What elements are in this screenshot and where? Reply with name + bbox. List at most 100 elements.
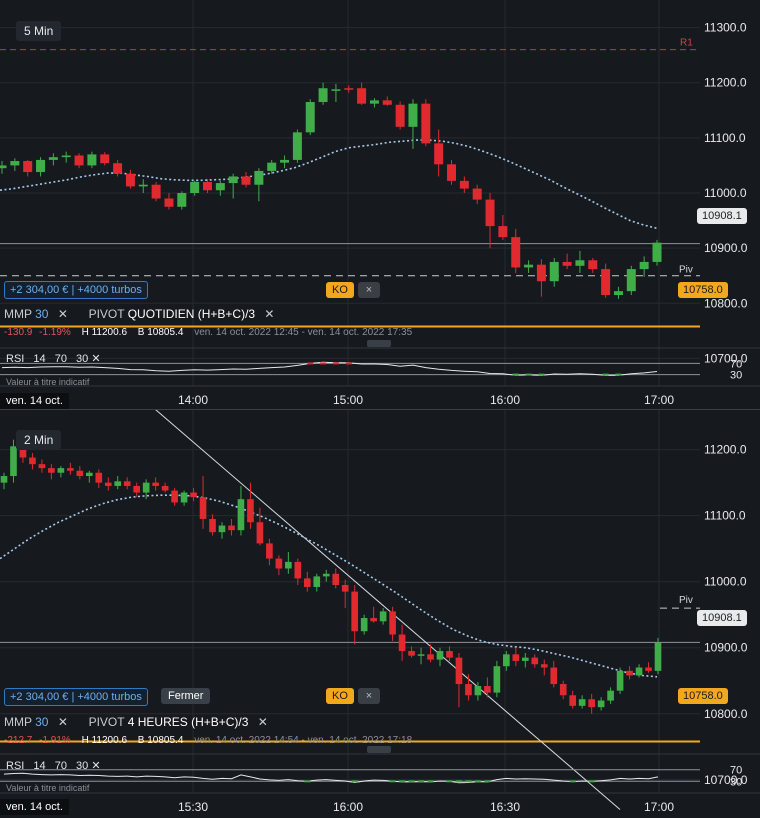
pivot-remove-icon[interactable]: ✕: [264, 307, 274, 321]
candle-body: [498, 226, 508, 238]
mmp-value[interactable]: 30: [35, 307, 48, 321]
candle-body: [285, 561, 292, 569]
y-tick-label: 11200.0: [704, 76, 747, 90]
mmp-label[interactable]: MMP: [4, 307, 32, 321]
candle-body: [292, 132, 302, 160]
rsi-param: 30: [76, 760, 89, 772]
chart-panel-5min: 14:00 15:00 16:00 17:00 11300.0 11200.0 11100.…: [0, 0, 760, 409]
rsi-legend[interactable]: RSI 14 70 30 ✕: [6, 352, 101, 365]
x-tick-label: 17:00: [644, 393, 674, 407]
candle-body: [164, 198, 174, 207]
candle-body: [484, 686, 491, 693]
rsi-param: 70: [54, 760, 67, 772]
pivot-type[interactable]: 4 HEURES (H+B+C)/3: [128, 715, 249, 729]
candle-body: [562, 261, 572, 266]
y-tick-label: 10800.0: [704, 296, 748, 310]
candle-body: [427, 654, 434, 660]
mmp-value[interactable]: 30: [35, 715, 48, 729]
mmp-label[interactable]: MMP: [4, 715, 32, 729]
low-value: B 10805.4: [137, 735, 184, 746]
pivot-label[interactable]: PIVOT: [89, 715, 125, 729]
rsi-level-label: 30: [730, 776, 742, 788]
candle-body: [601, 269, 611, 296]
candle-body: [550, 667, 558, 685]
rsi-param: 14: [33, 760, 46, 772]
candle-body: [616, 670, 624, 691]
candle-body: [613, 291, 623, 296]
candle-body: [48, 468, 55, 473]
mmp-remove-icon[interactable]: ✕: [58, 715, 68, 729]
candle-body: [465, 684, 472, 696]
candle-body: [639, 261, 649, 270]
close-position-button[interactable]: Fermer: [161, 688, 211, 704]
x-tick-label: 16:30: [490, 800, 520, 814]
candle-body: [485, 199, 495, 227]
ko-button[interactable]: KO: [326, 282, 354, 298]
candle-body: [266, 543, 273, 559]
rsi-legend[interactable]: RSI 14 70 30 ✕: [6, 759, 101, 772]
candle-body: [36, 159, 46, 173]
rsi-param: 14: [33, 353, 46, 365]
candle-body: [57, 468, 65, 473]
pivot-remove-icon[interactable]: ✕: [258, 715, 268, 729]
low-value: B 10805.4: [137, 327, 184, 338]
rsi-level-label: 70: [730, 765, 742, 777]
candle-body: [215, 183, 225, 191]
candle-body: [536, 264, 546, 282]
candle-body: [256, 522, 264, 544]
pivot-label: Piv: [679, 595, 693, 606]
ko-button[interactable]: KO: [326, 688, 354, 704]
x-tick-label: 15:30: [178, 800, 208, 814]
candle-body: [138, 184, 148, 187]
candle-body: [369, 100, 379, 104]
change-percent: -1.91%: [39, 735, 71, 746]
candle-body: [417, 654, 425, 656]
candle-body: [190, 492, 197, 498]
pivot-type[interactable]: QUOTIDIEN (H+B+C)/3: [128, 307, 255, 321]
candle-body: [100, 154, 110, 164]
candle-body: [48, 157, 58, 160]
candle-body: [559, 684, 567, 696]
candle-body: [10, 446, 17, 477]
moving-average-line: [0, 139, 658, 230]
position-pnl-badge[interactable]: +2 304,00 € | +4000 turbos: [4, 281, 148, 299]
trendline: [155, 410, 621, 810]
position-pnl-badge[interactable]: +2 304,00 € | +4000 turbos: [4, 688, 148, 706]
ko-close-button[interactable]: ×: [358, 688, 380, 704]
candle-body: [151, 184, 161, 199]
timeframe-label[interactable]: 5 Min: [16, 21, 62, 41]
y-tick-label: 11000.0: [704, 186, 747, 200]
rsi-remove-icon[interactable]: ✕: [91, 353, 100, 365]
panel-resize-handle[interactable]: [367, 746, 391, 753]
rsi-level-label: 70: [730, 358, 742, 370]
candle-body: [436, 651, 444, 660]
x-tick-label: 15:00: [333, 393, 363, 407]
candle-body: [540, 664, 548, 668]
last-price-tag: 10908.1: [697, 208, 747, 224]
panel-resize-handle[interactable]: [367, 340, 391, 347]
y-tick-label: 11100.0: [704, 509, 746, 523]
candlestick-chart-2min[interactable]: 15:30 16:00 16:30 17:00 11200.0 11100.0 11000.…: [0, 410, 760, 818]
candlestick-chart-5min[interactable]: 14:00 15:00 16:00 17:00 11300.0 11200.0 11100.…: [0, 0, 760, 409]
candle-body: [247, 499, 254, 523]
timeframe-label[interactable]: 2 Min: [16, 430, 62, 450]
candle-body: [280, 159, 290, 163]
rsi-param: 30: [76, 353, 89, 365]
y-tick-label: 10900.0: [704, 641, 748, 655]
candle-body: [228, 525, 235, 531]
pivot-label[interactable]: PIVOT: [89, 307, 125, 321]
candle-body: [626, 269, 636, 292]
y-tick-label: 10800.0: [704, 707, 748, 721]
y-tick-label: 10900.0: [704, 241, 748, 255]
candle-body: [531, 657, 539, 665]
x-tick-label: 14:00: [178, 393, 208, 407]
candle-body: [125, 173, 135, 187]
moving-average-line: [0, 494, 658, 678]
rsi-remove-icon[interactable]: ✕: [91, 760, 100, 772]
candle-body: [332, 573, 340, 585]
date-label: ven. 14 oct.: [0, 799, 69, 815]
candle-body: [578, 699, 586, 706]
mmp-remove-icon[interactable]: ✕: [58, 307, 68, 321]
high-value: H 11200.6: [81, 327, 128, 338]
ko-close-button[interactable]: ×: [358, 282, 380, 298]
